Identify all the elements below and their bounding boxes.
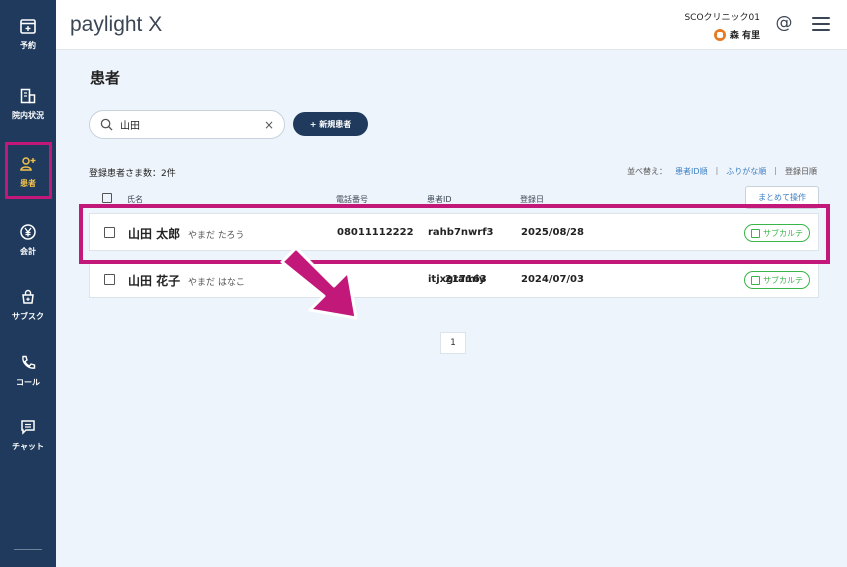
building-icon <box>17 85 39 107</box>
search-input[interactable]: 山田 × <box>89 110 285 139</box>
clipboard-icon <box>751 275 760 285</box>
sidebar-item-label: サブスク <box>12 312 44 321</box>
pointer-arrow-icon <box>280 246 358 320</box>
sidebar-item-reservation[interactable]: 予約 <box>0 5 56 61</box>
sidebar-divider <box>14 549 42 550</box>
select-all-checkbox[interactable] <box>102 193 112 203</box>
sidebar-item-label: 院内状況 <box>12 111 44 120</box>
patient-name: 山田 花子 <box>128 274 181 288</box>
mention-icon[interactable]: @ <box>774 13 794 33</box>
phone-icon <box>17 352 39 374</box>
app-logo: paylight X <box>70 13 163 36</box>
sort-separator: | <box>774 166 777 175</box>
search-icon <box>100 118 113 131</box>
sidebar-item-label: 会計 <box>20 247 36 256</box>
sidebar-item-label: コール <box>16 378 40 387</box>
sort-options: 並べ替え： 患者ID順 | ふりがな順 | 登録日順 <box>627 166 817 177</box>
sub-karte-label: サブカルテ <box>763 275 803 285</box>
sort-by-patient-id[interactable]: 患者ID順 <box>675 166 708 177</box>
table-row[interactable]: 山田 花子 やまだ はなこ 217163 itjxgramiy 2024/07/… <box>89 260 819 298</box>
sidebar-item-call[interactable]: コール <box>0 342 56 398</box>
clear-search-icon[interactable]: × <box>264 118 274 132</box>
sidebar-active-highlight <box>5 142 52 199</box>
hamburger-menu-icon[interactable] <box>812 17 830 31</box>
row-checkbox[interactable] <box>104 274 115 285</box>
user-name: 森 有里 <box>729 31 760 41</box>
search-value: 山田 <box>120 121 140 132</box>
top-header: paylight X SCOクリニック01 森 有里 @ <box>56 0 847 50</box>
sidebar-item-label: チャット <box>12 442 44 451</box>
chat-icon <box>17 416 39 438</box>
user-avatar-icon <box>713 28 726 41</box>
subscription-icon <box>17 286 39 308</box>
sidebar: 予約 院内状況 患者 会計 サブスク コール チャット <box>0 0 56 567</box>
clinic-name: SCOクリニック01 <box>684 13 760 23</box>
sort-separator: | <box>715 166 719 175</box>
sort-label: 並べ替え： <box>627 167 668 176</box>
patient-kana: やまだ はなこ <box>188 278 245 288</box>
new-patient-button[interactable]: + 新規患者 <box>293 112 368 136</box>
yen-icon <box>17 221 39 243</box>
row-highlight-frame <box>79 204 830 264</box>
patient-count: 登録患者さま数：2件 <box>89 169 176 179</box>
sidebar-item-label: 予約 <box>20 41 36 50</box>
sub-karte-button[interactable]: サブカルテ <box>744 271 810 289</box>
sort-by-kana[interactable]: ふりがな順 <box>726 166 766 177</box>
sidebar-item-clinic-status[interactable]: 院内状況 <box>0 75 56 131</box>
patient-id: itjxgramiy <box>428 274 486 285</box>
sort-by-registered[interactable]: 登録日順 <box>785 166 817 177</box>
pagination-page-1[interactable]: 1 <box>440 332 466 354</box>
registered-date: 2024/07/03 <box>521 274 584 285</box>
sidebar-item-subscription[interactable]: サブスク <box>0 276 56 332</box>
page-title: 患者 <box>90 69 121 87</box>
sidebar-item-accounting[interactable]: 会計 <box>0 211 56 267</box>
sidebar-item-chat[interactable]: チャット <box>0 406 56 462</box>
calendar-icon <box>17 15 39 37</box>
user-menu[interactable]: 森 有里 <box>713 28 760 41</box>
